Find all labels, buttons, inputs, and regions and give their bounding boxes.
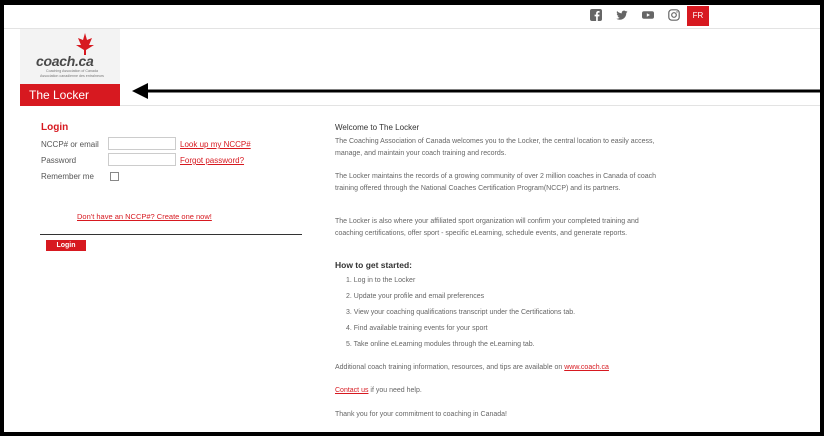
additional-info-label: Additional coach training information, r… [335,364,565,371]
step-item: 5. Take online eLearning modules through… [346,341,535,348]
password-label: Password [41,156,77,165]
create-account-link[interactable]: Don't have an NCCP#? Create one now! [77,212,212,221]
section-title-bar: The Locker [20,84,120,106]
logo-tagline-en: Coaching Association of Canada [46,69,98,73]
twitter-icon[interactable] [616,9,630,23]
contact-text: Contact us if you need help. [335,387,422,394]
login-button[interactable]: Login [46,240,86,251]
step-item: 2. Update your profile and email prefere… [346,293,485,300]
step-item: 3. View your coaching qualifications tra… [346,309,576,316]
records-paragraph: The Locker maintains the records of a gr… [335,173,656,192]
login-divider [40,234,302,235]
youtube-icon[interactable] [642,9,656,23]
header-divider [120,105,820,106]
nccp-email-label: NCCP# or email [41,140,99,149]
welcome-title: Welcome to The Locker [335,123,420,132]
password-input[interactable] [108,153,176,166]
logo-wordmark: coach.ca [36,53,94,69]
remember-me-label: Remember me [41,172,94,181]
contact-help-label: if you need help. [368,387,422,394]
welcome-paragraph: The Coaching Association of Canada welco… [335,138,655,157]
page-frame: FR coach.ca Coaching Association of Cana… [0,0,824,436]
how-to-title: How to get started: [335,260,412,270]
coach-ca-link[interactable]: www.coach.ca [564,364,609,371]
annotation-arrow-icon [132,83,820,99]
login-title: Login [41,122,69,133]
lookup-nccp-link[interactable]: Look up my NCCP# [180,140,251,149]
logo-tagline-fr: Association canadienne des entraîneurs [40,74,104,78]
forgot-password-link[interactable]: Forgot password? [180,156,244,165]
organization-paragraph: The Locker is also where your affiliated… [335,218,639,237]
create-account-text[interactable]: Don't have an NCCP#? Create one now! [77,212,212,221]
top-bar: FR [4,5,820,29]
logo[interactable]: coach.ca Coaching Association of Canada … [20,29,120,84]
nccp-email-input[interactable] [108,137,176,150]
step-item: 1. Log in to the Locker [346,277,416,284]
contact-us-link[interactable]: Contact us [335,387,368,394]
language-toggle-button[interactable]: FR [687,6,709,26]
instagram-icon[interactable] [668,9,682,23]
remember-me-checkbox[interactable] [110,172,119,181]
thank-you-text: Thank you for your commitment to coachin… [335,411,507,418]
facebook-icon[interactable] [590,9,604,23]
section-title: The Locker [29,88,90,102]
maple-leaf-icon [76,33,94,55]
additional-info-text: Additional coach training information, r… [335,364,609,371]
step-item: 4. Find available training events for yo… [346,325,488,332]
